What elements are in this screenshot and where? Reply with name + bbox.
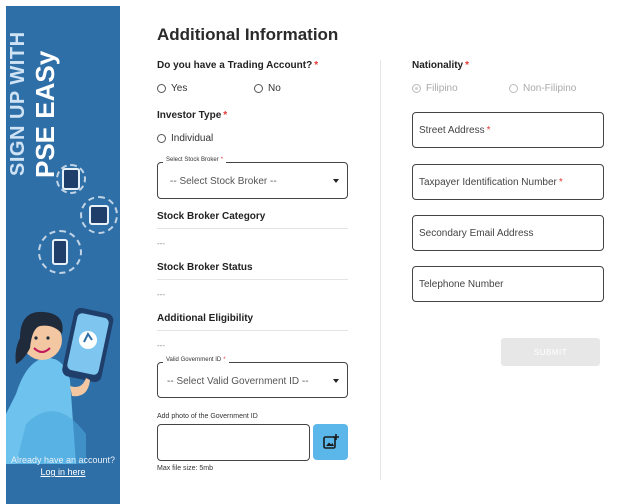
photo-upload-field[interactable] — [157, 424, 310, 461]
radio-no[interactable]: No — [254, 83, 281, 94]
stock-broker-legend-text: Select Stock Broker — [166, 157, 219, 163]
trading-account-label-text: Do you have a Trading Account? — [157, 60, 313, 71]
radio-circle-icon — [157, 84, 166, 93]
stock-broker-status-label: Stock Broker Status — [157, 262, 253, 273]
divider — [157, 330, 348, 331]
phone-chart-icon — [38, 230, 82, 274]
telephone-placeholder: Telephone Number — [419, 278, 504, 290]
add-photo-icon — [322, 434, 339, 449]
stock-broker-status-value: --- — [157, 290, 165, 299]
telephone-field[interactable]: Telephone Number — [412, 266, 604, 302]
radio-circle-icon — [254, 84, 263, 93]
tin-field[interactable]: Taxpayer Identification Number * — [412, 164, 604, 200]
stock-broker-category-label: Stock Broker Category — [157, 211, 266, 222]
tin-placeholder: Taxpayer Identification Number — [419, 176, 557, 188]
government-id-value: -- Select Valid Government ID -- — [167, 376, 309, 387]
photo-upload-label: Add photo of the Government ID — [157, 413, 258, 420]
stock-broker-select[interactable]: Select Stock Broker * -- Select Stock Bro… — [157, 157, 348, 199]
trading-device-icon — [56, 164, 86, 194]
promo-banner: SIGN UP WITH PSE EASy Already have an ac… — [6, 6, 120, 504]
stock-broker-category-value: --- — [157, 239, 165, 248]
secondary-email-placeholder: Secondary Email Address — [419, 227, 534, 239]
additional-eligibility-value: --- — [157, 341, 165, 350]
radio-non-filipino[interactable]: Non-Filipino — [509, 83, 576, 94]
radio-yes[interactable]: Yes — [157, 83, 187, 94]
add-photo-button[interactable] — [313, 424, 348, 460]
investor-type-label: Investor Type * — [157, 110, 227, 121]
id-card-icon — [80, 196, 118, 234]
stock-broker-value: -- Select Stock Broker -- — [170, 176, 277, 187]
street-address-placeholder: Street Address — [419, 124, 485, 136]
investor-type-label-text: Investor Type — [157, 110, 222, 121]
required-mark: * — [314, 60, 319, 71]
chevron-down-icon — [333, 379, 339, 383]
file-size-hint: Max file size: 5mb — [157, 465, 214, 472]
radio-circle-icon — [509, 84, 518, 93]
radio-filipino[interactable]: Filipino — [412, 83, 458, 94]
required-mark: * — [558, 176, 563, 188]
radio-filipino-label: Filipino — [426, 83, 458, 94]
street-address-field[interactable]: Street Address * — [412, 112, 604, 148]
divider — [157, 228, 348, 229]
page-title: Additional Information — [157, 25, 339, 44]
additional-eligibility-label: Additional Eligibility — [157, 313, 254, 324]
banner-footer: Already have an account? Log in here — [6, 454, 120, 478]
required-mark: * — [486, 124, 491, 136]
required-mark: * — [223, 357, 226, 363]
secondary-email-field[interactable]: Secondary Email Address — [412, 215, 604, 251]
submit-button[interactable]: SUBMIT — [501, 338, 600, 366]
government-id-legend: Valid Government ID * — [163, 357, 229, 363]
radio-yes-label: Yes — [171, 83, 188, 94]
stock-broker-legend: Select Stock Broker * — [163, 157, 227, 163]
required-mark: * — [220, 157, 224, 163]
login-link[interactable]: Log in here — [40, 467, 85, 477]
divider — [157, 279, 348, 280]
banner-footer-text: Already have an account? — [10, 455, 116, 465]
main-form-area: Additional Information Do you have a Tra… — [120, 0, 634, 504]
required-mark: * — [223, 110, 228, 121]
banner-title-line1: SIGN UP WITH — [7, 31, 29, 176]
chevron-down-icon — [333, 179, 339, 183]
radio-individual-label: Individual — [171, 133, 214, 144]
radio-circle-icon — [412, 84, 421, 93]
nationality-label-text: Nationality — [412, 60, 464, 71]
radio-circle-icon — [157, 134, 166, 143]
person-illustration — [6, 307, 114, 464]
radio-non-filipino-label: Non-Filipino — [523, 83, 577, 94]
required-mark: * — [465, 60, 470, 71]
radio-individual[interactable]: Individual — [157, 133, 213, 144]
banner-title-line2: PSE EASy — [30, 50, 60, 178]
nationality-label: Nationality * — [412, 60, 469, 71]
column-divider — [380, 60, 381, 480]
government-id-select[interactable]: Valid Government ID * -- Select Valid Gov… — [157, 357, 348, 398]
radio-no-label: No — [268, 83, 281, 94]
trading-account-label: Do you have a Trading Account? * — [157, 60, 318, 71]
government-id-legend-text: Valid Government ID — [166, 357, 222, 363]
